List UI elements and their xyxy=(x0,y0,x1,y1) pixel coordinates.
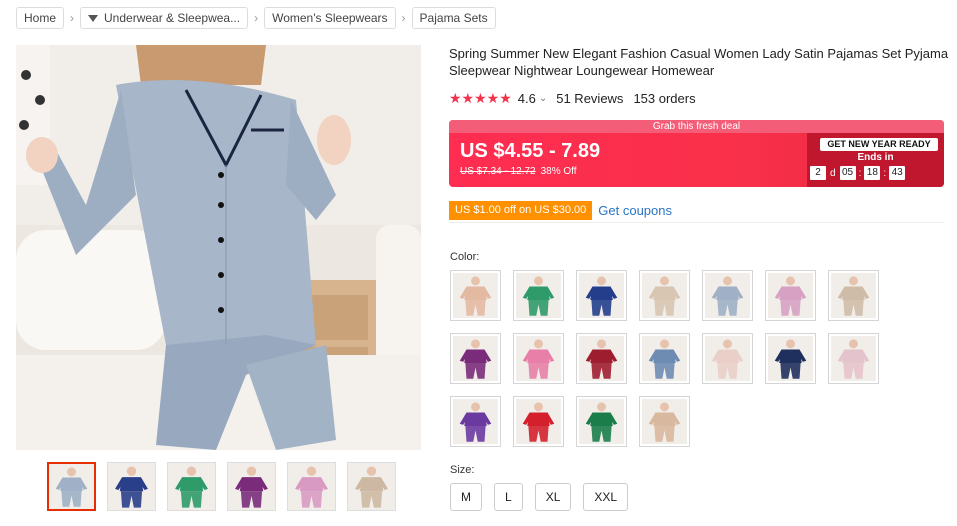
swatch-image xyxy=(642,336,687,381)
swatch-image xyxy=(768,336,813,381)
size-option-l[interactable]: L xyxy=(494,483,523,511)
swatch-image xyxy=(516,273,561,318)
rating-score: 4.6 xyxy=(517,90,536,106)
color-swatches xyxy=(450,270,879,447)
breadcrumb: Home › Underwear & Sleepwea... › Women's… xyxy=(16,7,496,29)
breadcrumb-home-label: Home xyxy=(24,11,57,25)
thumbnail-image xyxy=(49,464,94,509)
color-swatch-blush-short[interactable] xyxy=(828,333,879,384)
star-rating-icon: ★★★★★ xyxy=(449,89,512,106)
thumbnail-champagne[interactable] xyxy=(347,462,396,511)
countdown-colon: : xyxy=(858,167,862,179)
countdown-seconds: 43 xyxy=(889,166,906,180)
thumbnail-grey-blue[interactable] xyxy=(47,462,96,511)
deal-banner: Grab this fresh deal xyxy=(449,120,944,133)
discount-percent: 38% Off xyxy=(540,166,577,177)
swatch-image xyxy=(453,336,498,381)
product-title: Spring Summer New Elegant Fashion Casual… xyxy=(449,46,949,78)
swatch-image xyxy=(831,336,876,381)
color-swatch-wine[interactable] xyxy=(576,333,627,384)
color-swatch-pink[interactable] xyxy=(513,333,564,384)
thumbnail-image xyxy=(348,463,395,510)
color-swatch-navy-short[interactable] xyxy=(765,333,816,384)
size-options: M L XL XXL xyxy=(450,483,629,511)
color-swatch-beige[interactable] xyxy=(828,270,879,321)
size-option-m[interactable]: M xyxy=(450,483,482,511)
color-swatch-pink-lilac[interactable] xyxy=(765,270,816,321)
color-swatch-nude[interactable] xyxy=(450,270,501,321)
thumbnail-image xyxy=(288,463,335,510)
swatch-image xyxy=(453,399,498,444)
color-swatch-navy[interactable] xyxy=(576,270,627,321)
swatch-image xyxy=(831,273,876,318)
promo-badge: GET NEW YEAR READY xyxy=(820,138,938,151)
color-swatch-violet-short[interactable] xyxy=(450,396,501,447)
product-photo-illustration xyxy=(16,45,421,450)
breadcrumb-pajama-sets[interactable]: Pajama Sets xyxy=(411,7,496,29)
thumbnail-image xyxy=(108,463,155,510)
thumbnail-purple[interactable] xyxy=(227,462,276,511)
swatch-image xyxy=(516,399,561,444)
countdown-values: 2 d 05 : 18 : 43 xyxy=(810,166,906,180)
swatch-image xyxy=(516,336,561,381)
swatch-image xyxy=(579,336,624,381)
breadcrumb-separator: › xyxy=(401,11,406,25)
breadcrumb-home[interactable]: Home xyxy=(16,7,65,29)
thumbnail-navy[interactable] xyxy=(107,462,156,511)
countdown-hours: 05 xyxy=(839,166,856,180)
countdown-days: 2 xyxy=(810,166,826,180)
size-label: Size: xyxy=(450,464,475,476)
get-coupons-link[interactable]: Get coupons xyxy=(598,201,672,220)
breadcrumb-womens-sleepwears[interactable]: Women's Sleepwears xyxy=(264,7,396,29)
color-swatch-blue-grey-short[interactable] xyxy=(639,333,690,384)
size-option-xl[interactable]: XL xyxy=(534,483,572,511)
rating-row: ★★★★★ 4.6 ⌄ 51 Reviews 153 orders xyxy=(449,89,696,107)
price-range: US $4.55 - 7.89 xyxy=(460,140,601,162)
countdown-colon: : xyxy=(883,167,887,179)
deal-box: Grab this fresh deal US $4.55 - 7.89 US … xyxy=(449,120,944,187)
color-swatch-light-pink-short[interactable] xyxy=(702,333,753,384)
chevron-down-icon[interactable]: ⌄ xyxy=(539,93,547,104)
original-price-value: US $7.34 - 12.72 xyxy=(460,166,536,177)
color-swatch-green-dots[interactable] xyxy=(513,270,564,321)
color-swatch-grey-blue[interactable] xyxy=(702,270,753,321)
breadcrumb-underwear-label: Underwear & Sleepwea... xyxy=(104,11,241,25)
size-option-xxl[interactable]: XXL xyxy=(583,483,629,511)
color-label: Color: xyxy=(450,251,480,263)
swatch-image xyxy=(768,273,813,318)
coupon-tag: US $1.00 off on US $30.00 xyxy=(449,201,593,220)
color-swatch-emerald-short[interactable] xyxy=(576,396,627,447)
swatch-image xyxy=(642,399,687,444)
orders-count: 153 orders xyxy=(633,90,696,106)
countdown-timer: GET NEW YEAR READY Ends in 2 d 05 : 18 :… xyxy=(807,133,944,187)
thumbnail-green[interactable] xyxy=(167,462,216,511)
thumbnail-image xyxy=(168,463,215,510)
color-swatch-champagne[interactable] xyxy=(639,270,690,321)
breadcrumb-separator: › xyxy=(254,11,259,25)
swatch-image xyxy=(579,399,624,444)
thumbnail-strip xyxy=(47,462,396,511)
breadcrumb-separator: › xyxy=(70,11,75,25)
thumbnail-image xyxy=(228,463,275,510)
original-price: US $7.34 - 12.72 38% Off xyxy=(460,166,577,177)
swatch-image xyxy=(579,273,624,318)
breadcrumb-underwear-sleepwear[interactable]: Underwear & Sleepwea... xyxy=(80,7,249,29)
swatch-image xyxy=(705,273,750,318)
color-swatch-red-short[interactable] xyxy=(513,396,564,447)
thumbnail-pink[interactable] xyxy=(287,462,336,511)
breadcrumb-womens-label: Women's Sleepwears xyxy=(272,11,388,25)
days-unit: d xyxy=(830,167,836,179)
ends-in-label: Ends in xyxy=(857,152,894,163)
breadcrumb-pajama-label: Pajama Sets xyxy=(419,11,488,25)
main-product-image[interactable] xyxy=(16,45,421,450)
color-swatch-tan-short[interactable] xyxy=(639,396,690,447)
countdown-minutes: 18 xyxy=(864,166,881,180)
swatch-image xyxy=(705,336,750,381)
dropdown-triangle-icon xyxy=(88,14,99,22)
color-swatch-purple[interactable] xyxy=(450,333,501,384)
swatch-image xyxy=(642,273,687,318)
coupon-row: US $1.00 off on US $30.00 Get coupons xyxy=(449,201,944,223)
swatch-image xyxy=(453,273,498,318)
reviews-link[interactable]: 51 Reviews xyxy=(556,91,623,106)
